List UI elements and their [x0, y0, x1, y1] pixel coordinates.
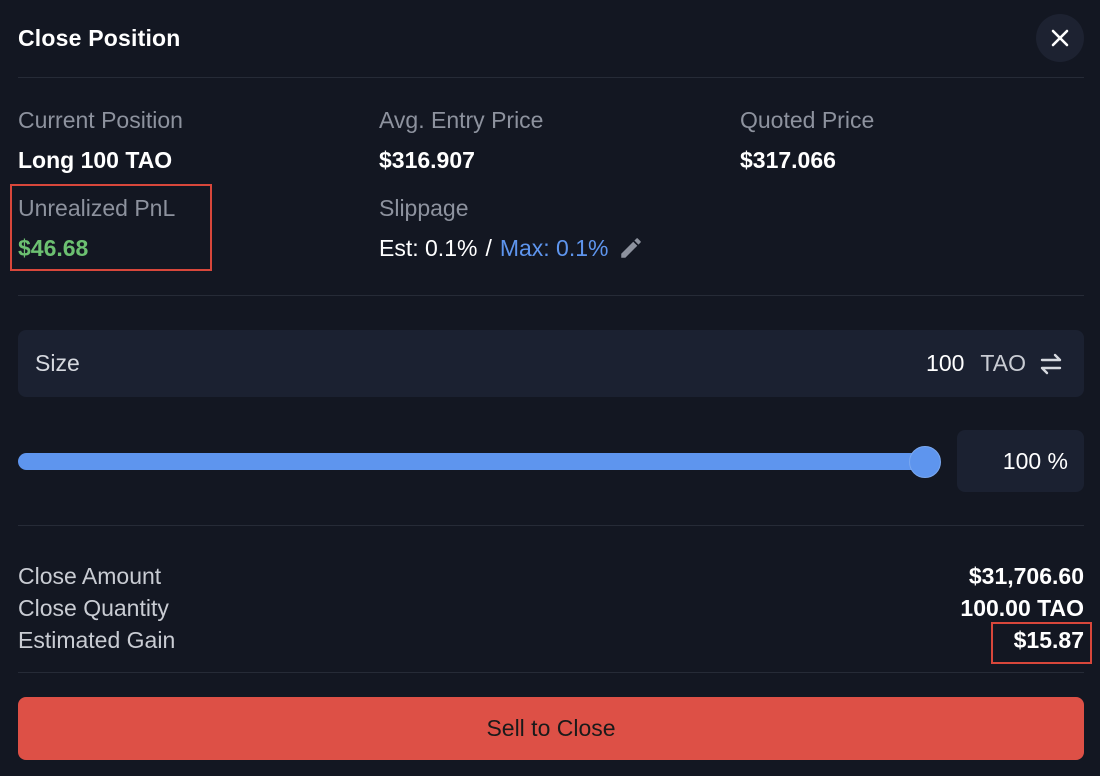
pencil-icon[interactable]	[618, 235, 644, 261]
close-amount-row: Close Amount $31,706.60	[18, 560, 1084, 592]
size-value-group: 100 TAO	[926, 350, 1064, 377]
current-position-label: Current Position	[18, 107, 183, 133]
section-divider	[18, 525, 1084, 526]
percent-input[interactable]: 100 %	[957, 430, 1084, 492]
close-quantity-label: Close Quantity	[18, 594, 169, 621]
size-label: Size	[35, 350, 80, 376]
avg-entry-price-value: $316.907	[379, 147, 475, 173]
current-position: Current Position Long 100 TAO	[18, 106, 183, 174]
slippage-values: Est: 0.1% / Max: 0.1%	[379, 234, 644, 262]
sell-to-close-label: Sell to Close	[486, 715, 616, 741]
quoted-price-value: $317.066	[740, 147, 836, 173]
quoted-price: Quoted Price $317.066	[740, 106, 874, 174]
slippage-max[interactable]: Max: 0.1%	[500, 234, 609, 262]
modal-header: Close Position	[18, 0, 1084, 78]
slippage-label: Slippage	[379, 195, 469, 221]
size-input[interactable]: Size 100 TAO	[18, 330, 1084, 397]
summary-divider	[18, 672, 1084, 673]
slippage-est: Est: 0.1%	[379, 235, 478, 261]
close-summary: Close Amount $31,706.60 Close Quantity 1…	[18, 560, 1084, 656]
quoted-price-label: Quoted Price	[740, 107, 875, 133]
size-slider-thumb[interactable]	[909, 446, 941, 478]
size-unit: TAO	[980, 350, 1026, 376]
current-position-value: Long 100 TAO	[18, 147, 173, 173]
swap-arrows-icon[interactable]	[1038, 353, 1064, 375]
size-value[interactable]: 100	[926, 350, 964, 377]
avg-entry-price-label: Avg. Entry Price	[379, 107, 544, 133]
estimated-gain-row: Estimated Gain $15.87	[18, 624, 1084, 656]
gain-highlight-box	[991, 622, 1092, 664]
avg-entry-price: Avg. Entry Price $316.907	[379, 106, 543, 174]
slippage-separator: /	[485, 235, 492, 261]
size-slider-track[interactable]	[18, 453, 926, 470]
position-info: Current Position Long 100 TAO Avg. Entry…	[10, 78, 1084, 296]
close-button[interactable]	[1036, 14, 1084, 62]
close-quantity-row: Close Quantity 100.00 TAO	[18, 592, 1084, 624]
close-position-modal: Close Position Current Position Long 100…	[0, 0, 1100, 776]
slippage: Slippage Est: 0.1% / Max: 0.1%	[379, 194, 644, 262]
close-icon	[1050, 28, 1070, 48]
percent-value: 100 %	[1002, 447, 1068, 474]
close-amount-value: $31,706.60	[968, 562, 1084, 589]
modal-title: Close Position	[18, 25, 181, 51]
close-amount-label: Close Amount	[18, 562, 162, 589]
estimated-gain-label: Estimated Gain	[18, 626, 176, 653]
close-quantity-value: 100.00 TAO	[960, 594, 1084, 621]
sell-to-close-button[interactable]: Sell to Close	[18, 697, 1084, 760]
pnl-highlight-box	[10, 184, 212, 271]
